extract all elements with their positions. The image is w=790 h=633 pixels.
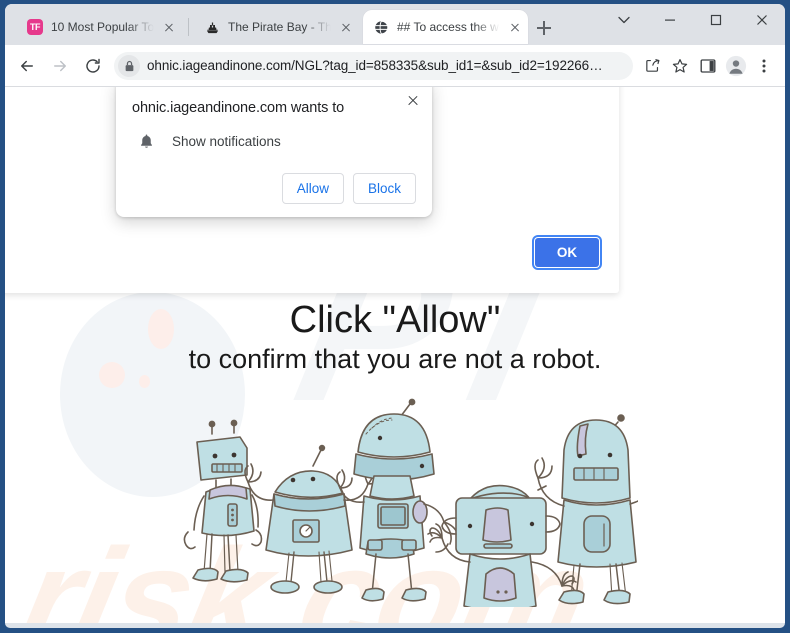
tab-title: 10 Most Popular Tor bbox=[51, 20, 158, 34]
browser-window: TF 10 Most Popular Tor The Pirate Bay - … bbox=[0, 0, 790, 633]
browser-tab-1[interactable]: The Pirate Bay - The bbox=[194, 10, 359, 44]
page-viewport: PT risk.com Click "Allow" to confirm tha… bbox=[5, 87, 785, 623]
permission-request-label: Show notifications bbox=[172, 133, 281, 149]
maximize-icon[interactable] bbox=[693, 4, 739, 36]
address-bar-url[interactable]: ohnic.iageandinone.com/NGL?tag_id=858335… bbox=[147, 58, 627, 73]
headline-primary: Click "Allow" bbox=[289, 299, 501, 341]
bell-icon bbox=[136, 131, 156, 151]
headline-secondary: to confirm that you are not a robot. bbox=[188, 344, 602, 375]
profile-avatar-icon[interactable] bbox=[723, 53, 749, 79]
tab-strip: TF 10 Most Popular Tor The Pirate Bay - … bbox=[5, 4, 785, 45]
tab-close-icon[interactable] bbox=[506, 18, 524, 36]
permission-actions: Allow Block bbox=[132, 173, 416, 204]
permission-request-row: Show notifications bbox=[132, 131, 416, 151]
forward-arrow-icon bbox=[46, 52, 74, 80]
window-controls bbox=[601, 4, 785, 45]
browser-tab-2[interactable]: ## To access the we bbox=[363, 10, 528, 44]
permission-prompt-title: ohnic.iageandinone.com wants to bbox=[132, 100, 345, 116]
back-arrow-icon[interactable] bbox=[13, 52, 41, 80]
close-icon[interactable] bbox=[403, 91, 423, 111]
new-tab-button[interactable] bbox=[533, 17, 555, 39]
five-cartoon-robots-illustration bbox=[168, 392, 638, 607]
globe-icon bbox=[373, 19, 389, 35]
ok-button[interactable]: OK bbox=[535, 238, 599, 267]
notification-permission-prompt: ohnic.iageandinone.com wants to Show not… bbox=[116, 87, 432, 217]
background-dot-decor bbox=[139, 375, 150, 388]
reload-icon[interactable] bbox=[79, 52, 107, 80]
share-icon[interactable] bbox=[639, 53, 665, 79]
tab-close-icon[interactable] bbox=[160, 18, 178, 36]
tab-close-icon[interactable] bbox=[337, 18, 355, 36]
tf-logo-icon: TF bbox=[27, 19, 43, 35]
close-icon[interactable] bbox=[739, 4, 785, 36]
minimize-icon[interactable] bbox=[647, 4, 693, 36]
side-panel-icon[interactable] bbox=[695, 53, 721, 79]
allow-button[interactable]: Allow bbox=[281, 173, 344, 204]
tab-title: The Pirate Bay - The bbox=[228, 20, 335, 34]
browser-toolbar: ohnic.iageandinone.com/NGL?tag_id=858335… bbox=[5, 45, 785, 87]
lock-icon[interactable] bbox=[118, 54, 140, 77]
three-dot-menu-icon[interactable] bbox=[751, 53, 777, 79]
browser-window-inner: TF 10 Most Popular Tor The Pirate Bay - … bbox=[5, 4, 785, 628]
tab-separator bbox=[188, 18, 189, 36]
tab-search-icon[interactable] bbox=[601, 4, 647, 36]
page-headline: Click "Allow" to confirm that you are no… bbox=[5, 299, 785, 375]
address-bar[interactable]: ohnic.iageandinone.com/NGL?tag_id=858335… bbox=[114, 51, 633, 80]
star-icon[interactable] bbox=[667, 53, 693, 79]
block-button[interactable]: Block bbox=[352, 173, 416, 204]
pirate-ship-icon bbox=[204, 19, 220, 35]
tab-title: ## To access the we bbox=[397, 20, 504, 34]
browser-tab-0[interactable]: TF 10 Most Popular Tor bbox=[17, 10, 182, 44]
